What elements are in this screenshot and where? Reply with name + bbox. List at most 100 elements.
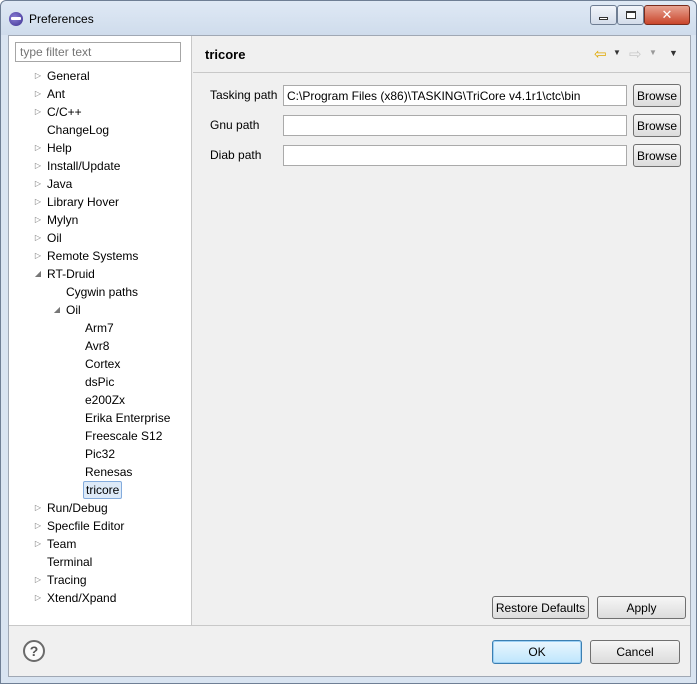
collapsed-arrow-icon[interactable]: ▷ [33,247,43,265]
filter-input[interactable] [15,42,181,62]
help-icon[interactable]: ? [23,640,45,662]
collapsed-arrow-icon[interactable]: ▷ [33,193,43,211]
forward-arrow-icon[interactable]: ⇨ [629,45,642,63]
tasking-path-label: Tasking path [210,88,278,102]
preference-tree-panel: ▷ General ▷ Ant ▷ C/C++ ChangeLog ▷ Help ▷ Install… [9,36,192,625]
tree-item-e200zx[interactable]: e200Zx [9,391,192,409]
collapsed-arrow-icon[interactable]: ▷ [33,535,43,553]
collapsed-arrow-icon[interactable]: ▷ [33,589,43,607]
collapsed-arrow-icon[interactable]: ▷ [33,157,43,175]
tree-item-label: Tracing [47,573,87,587]
tasking-browse-button[interactable]: Browse [633,84,681,107]
tree-item-c-c-[interactable]: ▷ C/C++ [9,103,192,121]
tree-item-specfile-editor[interactable]: ▷ Specfile Editor [9,517,192,535]
tree-item-changelog[interactable]: ChangeLog [9,121,192,139]
diab-path-label: Diab path [210,148,262,162]
tree-item-label: Mylyn [47,213,79,227]
tree-item-oil[interactable]: ◢ Oil [9,301,192,319]
back-arrow-icon[interactable]: ⇦ [594,45,607,63]
preference-page: tricore ⇦ ▼ ⇨ ▼ ▼ Tasking path Browse Gn… [193,36,690,625]
expanded-arrow-icon[interactable]: ◢ [33,265,43,283]
restore-defaults-button[interactable]: Restore Defaults [492,596,589,619]
close-button[interactable]: ✕ [644,5,690,25]
tree-item-help[interactable]: ▷ Help [9,139,192,157]
tree-item-label: Avr8 [85,339,110,353]
tree-item-library-hover[interactable]: ▷ Library Hover [9,193,192,211]
tree-item-terminal[interactable]: Terminal [9,553,192,571]
tree-item-java[interactable]: ▷ Java [9,175,192,193]
tree-item-general[interactable]: ▷ General [9,67,192,85]
tree-item-pic32[interactable]: Pic32 [9,445,192,463]
tree-item-team[interactable]: ▷ Team [9,535,192,553]
page-header: tricore ⇦ ▼ ⇨ ▼ ▼ [193,36,690,73]
collapsed-arrow-icon[interactable]: ▷ [33,103,43,121]
cancel-button[interactable]: Cancel [590,640,680,664]
apply-button[interactable]: Apply [597,596,686,619]
tree-item-label: Specfile Editor [47,519,125,533]
tree-item-label: dsPic [85,375,115,389]
maximize-button[interactable] [617,5,644,25]
button-bar: ? OK Cancel [9,625,690,676]
collapsed-arrow-icon[interactable]: ▷ [33,571,43,589]
diab-browse-button[interactable]: Browse [633,144,681,167]
tree-item-label: Pic32 [85,447,116,461]
tree-item-label: Cygwin paths [66,285,139,299]
collapsed-arrow-icon[interactable]: ▷ [33,211,43,229]
preference-tree[interactable]: ▷ General ▷ Ant ▷ C/C++ ChangeLog ▷ Help ▷ Install… [9,67,192,607]
tree-item-remote-systems[interactable]: ▷ Remote Systems [9,247,192,265]
minimize-icon [599,16,608,20]
tree-item-rt-druid[interactable]: ◢ RT-Druid [9,265,192,283]
gnu-path-input[interactable] [283,115,627,136]
tree-item-tracing[interactable]: ▷ Tracing [9,571,192,589]
collapsed-arrow-icon[interactable]: ▷ [33,517,43,535]
gnu-browse-button[interactable]: Browse [633,114,681,137]
tree-item-run-debug[interactable]: ▷ Run/Debug [9,499,192,517]
dialog-body: ▷ General ▷ Ant ▷ C/C++ ChangeLog ▷ Help ▷ Install… [8,35,691,677]
tree-item-renesas[interactable]: Renesas [9,463,192,481]
tree-item-avr8[interactable]: Avr8 [9,337,192,355]
tree-item-dspic[interactable]: dsPic [9,373,192,391]
collapsed-arrow-icon[interactable]: ▷ [33,139,43,157]
tree-item-label: e200Zx [85,393,126,407]
expanded-arrow-icon[interactable]: ◢ [52,301,62,319]
tree-item-label: Team [47,537,77,551]
tree-item-label: RT-Druid [47,267,95,281]
view-menu-icon[interactable]: ▼ [669,48,678,58]
tasking-path-row: Tasking path Browse [193,83,690,107]
tree-item-erika-enterprise[interactable]: Erika Enterprise [9,409,192,427]
maximize-icon [625,11,636,19]
back-dropdown-icon[interactable]: ▼ [613,48,621,57]
tree-item-mylyn[interactable]: ▷ Mylyn [9,211,192,229]
tree-item-label: Arm7 [85,321,114,335]
tree-item-freescale-s12[interactable]: Freescale S12 [9,427,192,445]
collapsed-arrow-icon[interactable]: ▷ [33,175,43,193]
tree-item-cygwin-paths[interactable]: Cygwin paths [9,283,192,301]
collapsed-arrow-icon[interactable]: ▷ [33,67,43,85]
tree-item-label: Freescale S12 [85,429,163,443]
tree-item-label: General [47,69,90,83]
collapsed-arrow-icon[interactable]: ▷ [33,85,43,103]
tree-item-ant[interactable]: ▷ Ant [9,85,192,103]
tasking-path-input[interactable] [283,85,627,106]
tree-item-label: Erika Enterprise [85,411,171,425]
forward-dropdown-icon[interactable]: ▼ [649,48,657,57]
diab-path-input[interactable] [283,145,627,166]
collapsed-arrow-icon[interactable]: ▷ [33,229,43,247]
ok-button[interactable]: OK [492,640,582,664]
window-title: Preferences [29,12,94,26]
tree-item-label: Ant [47,87,66,101]
tree-item-tricore[interactable]: tricore [9,481,192,499]
tree-item-cortex[interactable]: Cortex [9,355,192,373]
preferences-window: Preferences ✕ ▷ General ▷ Ant ▷ C/C++ ChangeLo… [0,0,697,684]
tree-item-oil[interactable]: ▷ Oil [9,229,192,247]
tree-item-label: Install/Update [47,159,121,173]
tree-item-arm7[interactable]: Arm7 [9,319,192,337]
tree-item-install-update[interactable]: ▷ Install/Update [9,157,192,175]
tree-item-label: Cortex [85,357,121,371]
tree-item-xtend-xpand[interactable]: ▷ Xtend/Xpand [9,589,192,607]
title-bar[interactable]: Preferences ✕ [1,1,696,35]
collapsed-arrow-icon[interactable]: ▷ [33,499,43,517]
minimize-button[interactable] [590,5,617,25]
page-title: tricore [205,47,246,62]
tree-item-label: Library Hover [47,195,120,209]
